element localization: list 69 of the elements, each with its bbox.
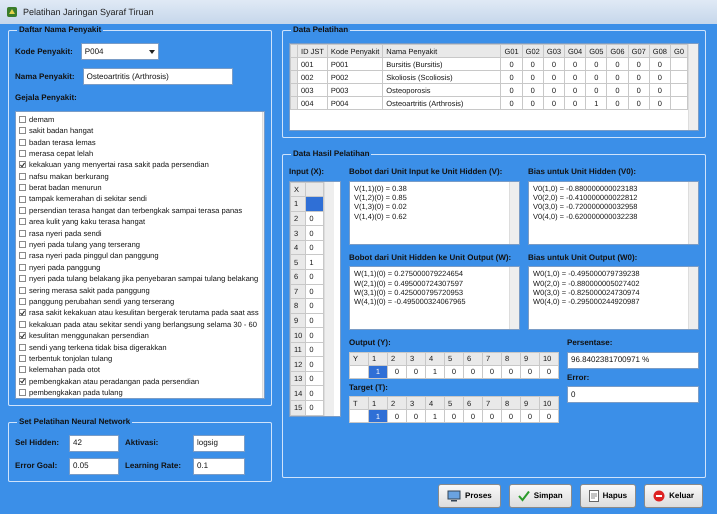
checkbox[interactable] <box>19 354 26 362</box>
field-label: Nama Penyakit: <box>15 72 75 82</box>
code-dropdown[interactable]: P004 <box>80 43 159 60</box>
parameter-field[interactable]: logsig <box>193 434 245 452</box>
clear-button[interactable]: Hapus <box>580 484 636 508</box>
exit-button[interactable]: Keluar <box>644 484 703 508</box>
field-label: Error: <box>567 372 590 382</box>
field-label: Kode Penyakit: <box>15 46 73 56</box>
result-field[interactable]: 0 <box>567 386 699 404</box>
field-label: Target (T): <box>349 382 389 392</box>
name-field[interactable]: Osteoartritis (Arthrosis) <box>82 68 233 85</box>
result-field[interactable]: 96.8402381700971 % <box>567 352 699 369</box>
checkbox[interactable] <box>19 320 26 328</box>
parameter-field[interactable]: 0.1 <box>193 458 245 475</box>
field-label: Persentase: <box>567 338 614 348</box>
save-button[interactable]: Simpan <box>508 484 572 508</box>
checkbox[interactable] <box>19 230 26 237</box>
checkbox[interactable] <box>19 196 26 203</box>
checkbox[interactable] <box>19 161 26 168</box>
checkbox[interactable] <box>19 184 26 192</box>
dropdown-arrow-icon <box>148 50 155 54</box>
parameter-field[interactable]: 0.05 <box>69 458 119 475</box>
checkbox[interactable] <box>19 206 26 214</box>
field-label: Input (X): <box>289 167 326 177</box>
checkbox[interactable] <box>19 286 26 294</box>
field-label: Bias untuk Unit Hidden (V0): <box>528 167 637 177</box>
window-title: Pelatihan Jaringan Syaraf Tiruan <box>23 6 154 18</box>
checkbox[interactable] <box>19 298 26 306</box>
checkbox[interactable] <box>19 172 26 180</box>
checkbox[interactable] <box>19 252 26 260</box>
app-icon <box>6 6 18 18</box>
scrollbar <box>509 182 519 244</box>
checkbox[interactable] <box>19 241 26 248</box>
scrollbar <box>688 182 698 244</box>
group-title: Daftar Nama Penyakit <box>17 25 104 35</box>
checkbox[interactable] <box>19 309 26 316</box>
checkbox[interactable] <box>19 275 26 282</box>
field-label: Bobot dari Unit Hidden ke Unit Output (W): <box>349 252 512 262</box>
stop-icon <box>653 490 666 502</box>
group-title: Data Pelatihan <box>291 25 350 35</box>
field-label: Sel Hidden: <box>15 438 60 448</box>
scrollbar <box>688 267 698 330</box>
checkbox[interactable] <box>19 138 26 146</box>
checkbox[interactable] <box>19 127 26 134</box>
symptom-checklist[interactable] <box>15 110 265 399</box>
check-icon <box>518 490 530 502</box>
field-label: Learning Rate: <box>125 461 182 471</box>
monitor-icon <box>447 490 462 502</box>
checkbox[interactable] <box>19 116 26 123</box>
group-title: Set Pelatihan Neural Network <box>17 416 132 426</box>
parameter-field[interactable]: 42 <box>69 434 119 452</box>
group-title: Data Hasil Pelatihan <box>291 149 372 159</box>
checkbox[interactable] <box>19 378 26 385</box>
checkbox[interactable] <box>19 389 26 396</box>
document-icon <box>588 490 599 502</box>
field-label: Bobot dari Unit Input ke Unit Hidden (V): <box>349 167 504 177</box>
checkbox[interactable] <box>19 264 26 271</box>
checkbox[interactable] <box>19 332 26 340</box>
field-label: Aktivasi: <box>125 438 160 448</box>
field-label: Gejala Penyakit: <box>15 93 78 103</box>
checkbox[interactable] <box>19 366 26 374</box>
field-label: Error Goal: <box>15 461 58 471</box>
checkbox[interactable] <box>19 218 26 226</box>
checkbox[interactable] <box>19 344 26 351</box>
scrollbar <box>509 267 519 330</box>
checkbox[interactable] <box>19 150 26 157</box>
process-button[interactable]: Proses <box>438 484 501 508</box>
field-label: Output (Y): <box>349 338 392 348</box>
field-label: Bias untuk Unit Output (W0): <box>528 252 638 262</box>
